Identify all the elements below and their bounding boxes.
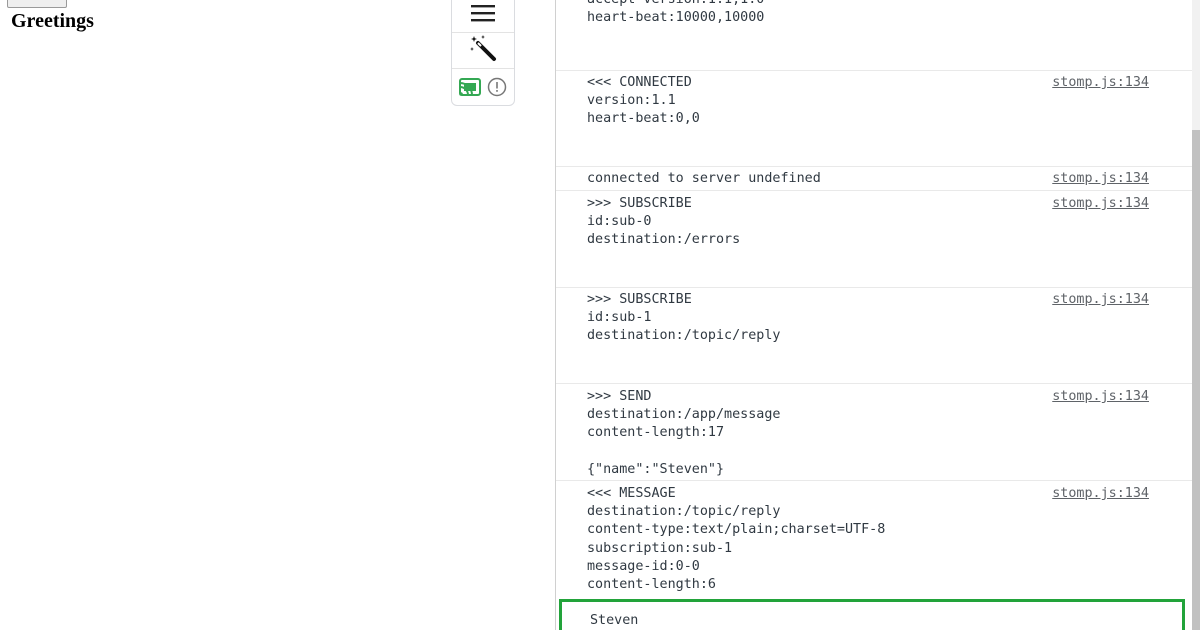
top-button[interactable] (7, 0, 67, 8)
console-log-entry: accept-version:1.1,1.0 heart-beat:10000,… (556, 0, 1193, 71)
log-source-link[interactable]: stomp.js:134 (1052, 291, 1149, 309)
console-log-entry: <<< CONNECTED version:1.1 heart-beat:0,0… (556, 74, 1193, 167)
console-log-entry: >>> SUBSCRIBE id:sub-0 destination:/erro… (556, 195, 1193, 288)
console-log-entry: >>> SUBSCRIBE id:sub-1 destination:/topi… (556, 291, 1193, 384)
log-source-link[interactable]: stomp.js:134 (1052, 195, 1149, 213)
page-area: Greetings (0, 0, 555, 630)
log-message: >>> SUBSCRIBE id:sub-0 destination:/erro… (587, 196, 741, 248)
console-scrollbar-thumb[interactable] (1192, 130, 1200, 630)
log-message: accept-version:1.1,1.0 heart-beat:10000,… (587, 0, 765, 26)
console-log-entry: >>> SEND destination:/app/message conten… (556, 388, 1193, 481)
extension-toolbar (451, 0, 515, 106)
log-source-link[interactable]: stomp.js:134 (1052, 74, 1149, 92)
console-panel: accept-version:1.1,1.0 heart-beat:10000,… (555, 0, 1200, 630)
log-source-link[interactable]: stomp.js:134 (1052, 170, 1149, 188)
console-log-entry: <<< MESSAGE destination:/topic/reply con… (556, 485, 1193, 597)
cast-icon[interactable] (459, 78, 481, 96)
highlighted-message-body: Steven (590, 613, 639, 628)
info-circle-icon[interactable] (487, 77, 507, 97)
magic-wand-icon (469, 34, 497, 67)
log-source-link[interactable]: stomp.js:134 (1052, 388, 1149, 406)
log-source-link[interactable]: stomp.js:134 (1052, 485, 1149, 503)
log-message: connected to server undefined (587, 171, 821, 186)
log-message: >>> SEND destination:/app/message conten… (587, 389, 781, 477)
log-message: <<< CONNECTED version:1.1 heart-beat:0,0 (587, 75, 700, 127)
log-message: >>> SUBSCRIBE id:sub-1 destination:/topi… (587, 292, 781, 344)
menu-icon (471, 4, 495, 27)
log-message: <<< MESSAGE destination:/topic/reply con… (587, 486, 886, 593)
highlighted-log-entry: Steven (559, 599, 1185, 630)
menu-button[interactable] (452, 0, 514, 33)
magic-wand-button[interactable] (452, 33, 514, 69)
greetings-heading: Greetings (11, 10, 94, 32)
console-log-entry: connected to server undefined stomp.js:1… (556, 170, 1193, 191)
extension-status-row (452, 71, 514, 103)
console-scrollbar-track[interactable] (1192, 0, 1200, 630)
